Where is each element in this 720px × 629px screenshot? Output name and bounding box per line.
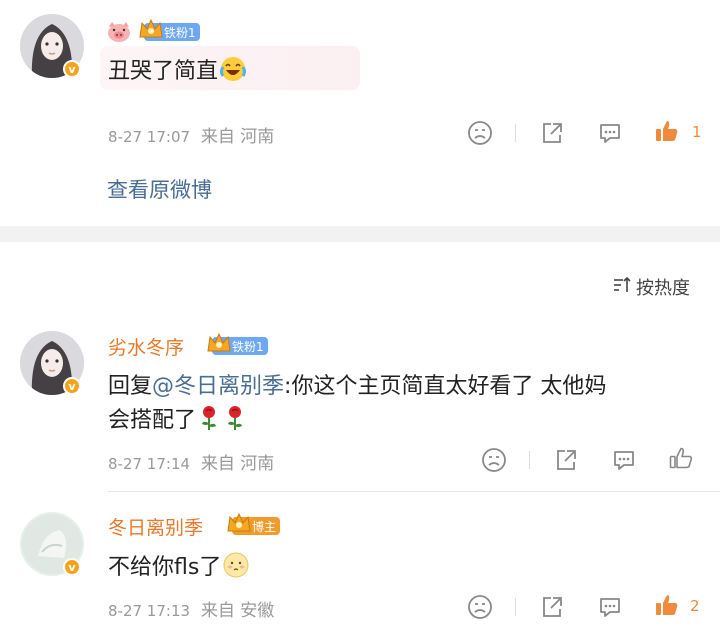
dislike-icon[interactable] (481, 447, 507, 473)
verified-badge-icon: v (63, 60, 81, 78)
crown-icon (138, 17, 164, 41)
sort-icon (612, 275, 632, 300)
username[interactable]: 劣水冬序 (108, 333, 184, 360)
comment-text-line2: 会搭配了 (108, 402, 246, 437)
dislike-icon[interactable] (467, 594, 493, 620)
action-separator (515, 124, 516, 142)
comment-divider (108, 491, 720, 492)
rose-emoji (198, 405, 220, 437)
comment-text: 回复@冬日离别季:你这个主页简直太好看了 太他妈 (108, 374, 607, 399)
fan-badge: 铁粉1 (139, 18, 200, 41)
shy-emoji (223, 552, 249, 584)
share-icon[interactable] (539, 120, 565, 146)
verified-badge-icon: v (63, 377, 81, 395)
section-divider (0, 226, 720, 242)
comment-text: 不给你fls了 (108, 549, 249, 584)
crown-icon (206, 331, 232, 355)
like-count: 1 (692, 123, 702, 141)
sort-by-heat-button[interactable]: 按热度 (612, 274, 690, 300)
username[interactable]: 冬日离别季 (108, 513, 203, 540)
share-icon[interactable] (539, 594, 565, 620)
host-badge: 博主 (227, 512, 281, 535)
share-icon[interactable] (553, 447, 579, 473)
action-separator (529, 451, 530, 469)
comment-meta: 8-27 17:14 来自 河南 (108, 454, 275, 474)
like-icon[interactable] (654, 118, 680, 144)
like-icon[interactable] (654, 592, 680, 618)
fan-badge: 铁粉1 (207, 332, 268, 355)
comment-icon[interactable] (597, 120, 623, 146)
like-count: 2 (690, 597, 700, 615)
action-separator (515, 598, 516, 616)
rose-emoji (224, 405, 246, 437)
verified-badge-icon: v (63, 558, 81, 576)
pig-icon (106, 21, 132, 43)
like-icon[interactable] (668, 445, 694, 471)
comment-meta: 8-27 17:13 来自 安徽 (108, 601, 275, 621)
laugh-cry-emoji (220, 56, 247, 88)
comment-icon[interactable] (597, 594, 623, 620)
comment-text: 丑哭了简直 (108, 53, 247, 88)
comment-meta: 8-27 17:07 来自 河南 (108, 127, 275, 147)
crown-icon (226, 511, 252, 535)
view-original-link[interactable]: 查看原微博 (107, 174, 212, 204)
comment-icon[interactable] (611, 447, 637, 473)
mention-link[interactable]: @冬日离别季 (152, 374, 284, 399)
dislike-icon[interactable] (467, 120, 493, 146)
